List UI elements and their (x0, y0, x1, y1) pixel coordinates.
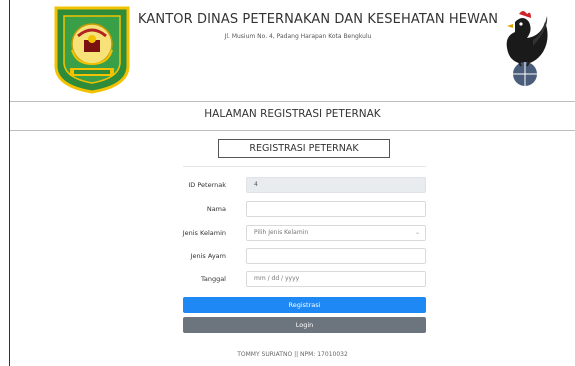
organization-address: Jl. Musium No. 4, Padang Harapan Kota Be… (224, 33, 372, 40)
jenis-ayam-input[interactable] (246, 248, 426, 264)
jenis-kelamin-select[interactable]: Pilih Jenis Kelamin ⌄ (246, 225, 426, 241)
jenis-kelamin-selected: Pilih Jenis Kelamin (254, 229, 309, 236)
label-nama: Nama (206, 205, 226, 213)
footer-credit: TOMMY SURIATNO || NPM: 17010032 (237, 351, 348, 358)
form-title: REGISTRASI PETERNAK (218, 139, 390, 158)
page-header: KANTOR DINAS PETERNAKAN DAN KESEHATAN HE… (10, 0, 575, 101)
rooster-icon (506, 11, 548, 86)
tanggal-date-input[interactable]: mm / dd / yyyy (246, 271, 426, 287)
label-tanggal: Tanggal (200, 275, 226, 283)
chevron-down-icon: ⌄ (414, 229, 420, 236)
label-id-peternak: ID Peternak (188, 181, 226, 189)
registrasi-button[interactable]: Registrasi (183, 297, 426, 313)
organization-title: KANTOR DINAS PETERNAKAN DAN KESEHATAN HE… (138, 12, 499, 27)
provincial-emblem-icon (54, 6, 130, 94)
login-button[interactable]: Login (183, 317, 426, 333)
page-heading: HALAMAN REGISTRASI PETERNAK (204, 108, 381, 120)
header-divider (10, 101, 575, 102)
label-jenis-kelamin: Jenis Kelamin (182, 229, 226, 237)
id-peternak-field: 4 (246, 177, 426, 193)
label-jenis-ayam: Jenis Ayam (190, 252, 226, 260)
form-divider (183, 166, 426, 167)
nama-input[interactable] (246, 201, 426, 217)
heading-divider (10, 130, 575, 131)
